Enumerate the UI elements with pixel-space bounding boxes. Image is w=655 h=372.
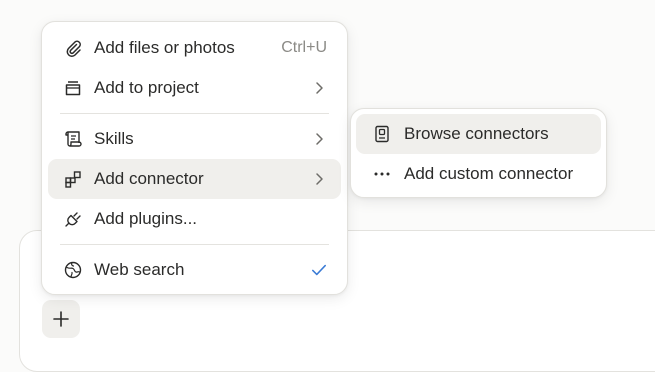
submenu-item-add-custom-connector[interactable]: Add custom connector [356, 154, 601, 194]
menu-divider [60, 113, 329, 114]
plus-icon [52, 310, 70, 328]
menu-item-label: Add files or photos [94, 38, 235, 57]
menu-item-add-files[interactable]: Add files or photos Ctrl+U [48, 28, 341, 68]
check-icon [311, 262, 327, 278]
paperclip-icon [62, 37, 84, 59]
add-content-button[interactable] [42, 300, 80, 338]
submenu-item-browse-connectors[interactable]: Browse connectors [356, 114, 601, 154]
book-icon [371, 123, 393, 145]
menu-divider [60, 244, 329, 245]
menu-item-label: Skills [94, 129, 134, 148]
shortcut-hint: Ctrl+U [281, 39, 327, 56]
menu-item-add-connector[interactable]: Add connector [48, 159, 341, 199]
chevron-right-icon [311, 80, 327, 96]
connector-submenu: Browse connectors Add custom connector [350, 108, 607, 198]
globe-icon [62, 259, 84, 281]
menu-item-label: Add plugins... [94, 209, 198, 228]
chevron-right-icon [311, 171, 327, 187]
project-icon [62, 77, 84, 99]
chevron-right-icon [311, 131, 327, 147]
submenu-item-label: Add custom connector [404, 164, 574, 183]
menu-item-web-search[interactable]: Web search [48, 250, 341, 290]
submenu-item-label: Browse connectors [404, 124, 549, 143]
menu-item-add-plugins[interactable]: Add plugins... [48, 199, 341, 239]
menu-item-label: Add connector [94, 169, 204, 188]
menu-item-add-to-project[interactable]: Add to project [48, 68, 341, 108]
menu-item-label: Add to project [94, 78, 199, 97]
connector-icon [62, 168, 84, 190]
menu-item-skills[interactable]: Skills [48, 119, 341, 159]
attach-menu: Add files or photos Ctrl+U Add to projec… [41, 21, 348, 295]
plug-icon [62, 208, 84, 230]
more-dots-icon [371, 163, 393, 185]
menu-item-label: Web search [94, 260, 185, 279]
scroll-icon [62, 128, 84, 150]
